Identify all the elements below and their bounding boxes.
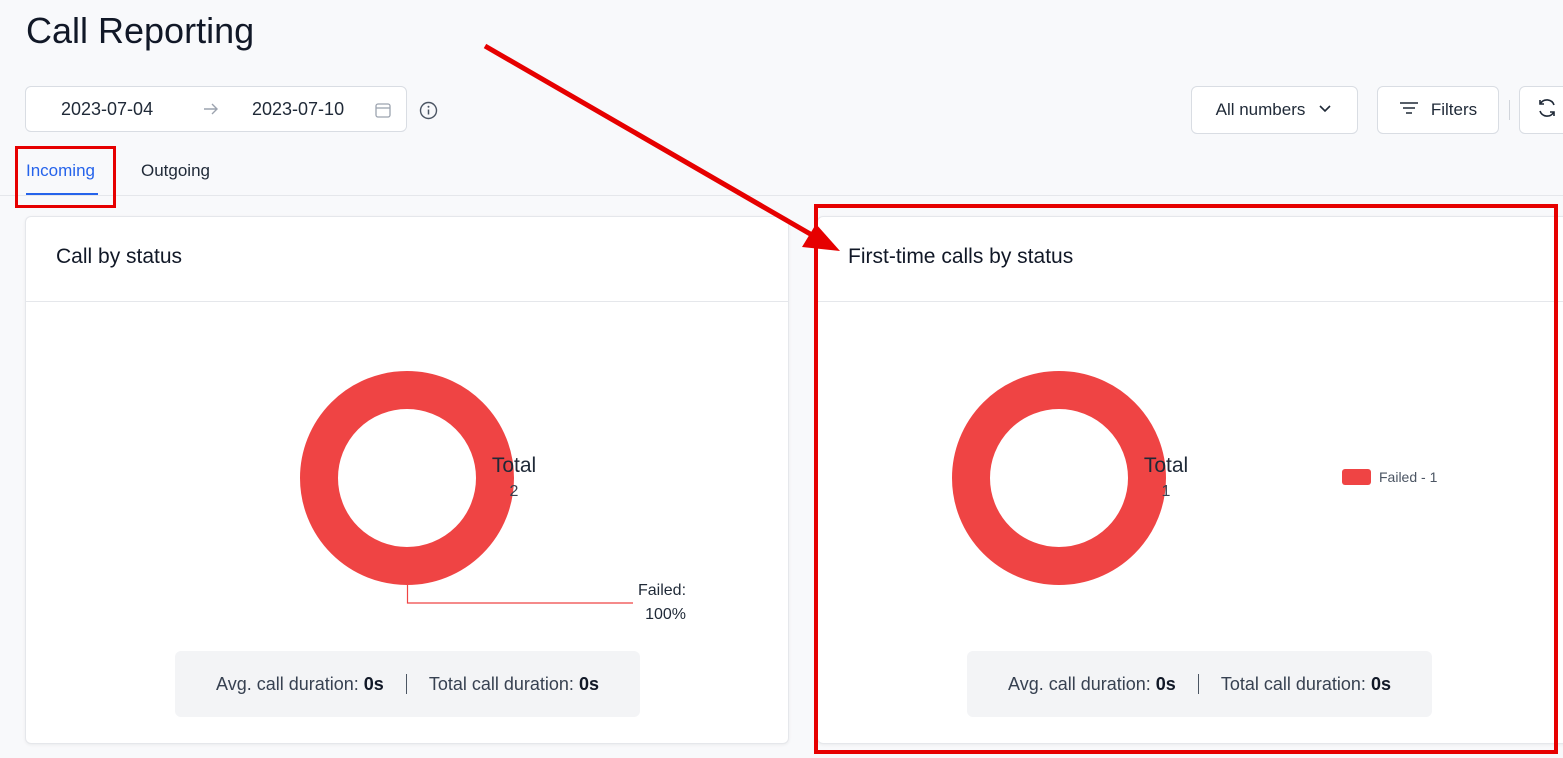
direction-tabs: Incoming Outgoing [0, 148, 1563, 196]
end-date[interactable]: 2023-07-10 [252, 99, 344, 120]
page-title: Call Reporting [26, 10, 255, 51]
tab-outgoing[interactable]: Outgoing [141, 161, 210, 181]
toolbar-divider [1509, 100, 1510, 120]
arrow-right-icon [202, 100, 220, 123]
total-duration-value: 0s [578, 673, 599, 694]
chevron-down-icon [1317, 100, 1333, 121]
total-duration-label: Total call duration: [428, 673, 574, 694]
failed-callout-label: Failed: [638, 582, 687, 599]
avg-duration-label: Avg. call duration: [216, 673, 359, 694]
refresh-icon [1536, 97, 1558, 124]
date-range-picker[interactable]: 2023-07-04 2023-07-10 [25, 86, 407, 132]
all-numbers-dropdown[interactable]: All numbers [1191, 86, 1358, 134]
info-icon[interactable] [419, 101, 438, 125]
filters-button[interactable]: Filters [1377, 86, 1499, 134]
annotation-highlight-incoming-tab [15, 146, 116, 208]
annotation-highlight-first-time-card [814, 204, 1558, 754]
call-by-status-card: Call by status Total 2 Failed: 100% Avg.… [25, 216, 789, 744]
failed-callout: Failed: 100% [638, 579, 686, 627]
failed-callout-percent: 100% [645, 606, 687, 623]
avg-duration-value: 0s [363, 673, 384, 694]
filter-icon [1399, 100, 1419, 121]
duration-summary: Avg. call duration: 0s Total call durati… [175, 651, 640, 717]
total-duration: Total call duration: 0s [429, 674, 599, 695]
start-date[interactable]: 2023-07-04 [61, 99, 153, 120]
avg-duration: Avg. call duration: 0s [216, 674, 384, 695]
refresh-button[interactable] [1519, 86, 1563, 134]
calendar-icon[interactable] [374, 101, 392, 124]
summary-divider [405, 674, 407, 694]
all-numbers-label: All numbers [1215, 100, 1306, 119]
filters-label: Filters [1430, 100, 1478, 119]
